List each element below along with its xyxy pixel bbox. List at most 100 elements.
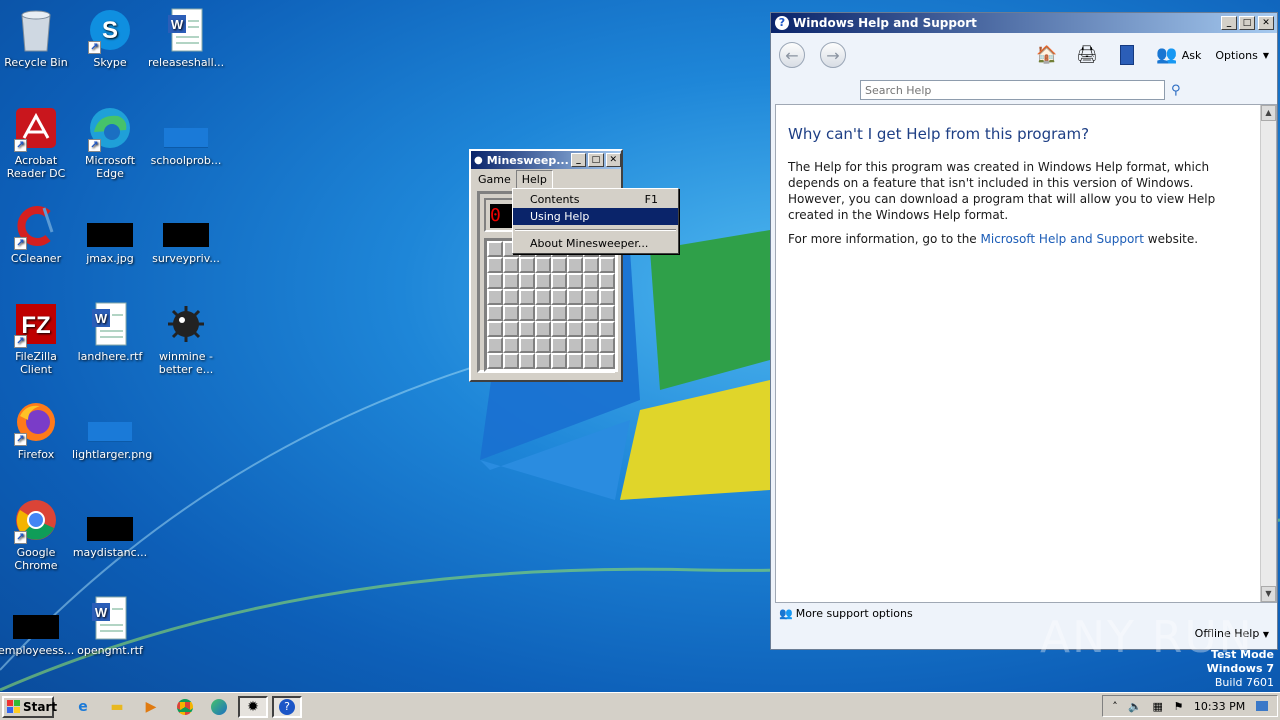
image-file-icon[interactable]: jmax.jpg <box>72 202 148 265</box>
maximize-button[interactable]: □ <box>1239 16 1255 30</box>
forward-arrow-icon[interactable]: → <box>820 42 846 68</box>
more-support-options[interactable]: 👥 More support options <box>779 607 913 620</box>
acrobat-icon[interactable]: ↗ Acrobat Reader DC <box>0 104 74 180</box>
icon-label: maydistanc... <box>72 546 148 559</box>
file-icon[interactable]: maydistanc... <box>72 496 148 559</box>
file-icon[interactable]: schoolprob... <box>148 104 224 167</box>
chrome-icon[interactable]: ↗ Google Chrome <box>0 496 74 572</box>
taskbar: Start e ▬ ▶ ✹ ? ˄ 🔈 ▦ ⚑ 10:33 PM <box>0 692 1280 720</box>
watermark-line: Test Mode <box>1211 648 1274 661</box>
search-icon[interactable]: ⚲ <box>1171 83 1181 98</box>
watermark-line: Windows 7 <box>1206 662 1274 675</box>
options-button[interactable]: Options <box>1215 49 1257 62</box>
print-icon[interactable]: 🖨 <box>1074 43 1100 67</box>
mine-grid[interactable] <box>484 238 618 372</box>
icon-label: landhere.rtf <box>77 350 143 363</box>
close-button[interactable]: ✕ <box>1258 16 1274 30</box>
menu-item-label: Using Help <box>530 210 590 223</box>
help-task-icon[interactable]: ? <box>272 695 302 718</box>
menu-game[interactable]: Game <box>473 171 516 188</box>
chrome-icon[interactable] <box>170 696 200 718</box>
icon-label: employeess... <box>0 644 75 657</box>
firefox-icon[interactable]: ↗ Firefox <box>0 398 74 461</box>
close-button[interactable]: ✕ <box>605 153 622 167</box>
word-doc-icon[interactable]: W opengmt.rtf <box>72 594 148 657</box>
scroll-up-arrow[interactable]: ▲ <box>1261 105 1276 121</box>
show-desktop-icon[interactable] <box>1255 701 1268 711</box>
icon-label: schoolprob... <box>150 154 222 167</box>
minimize-button[interactable]: _ <box>1221 16 1237 30</box>
icon-label: surveypriv... <box>152 252 220 265</box>
back-arrow-icon[interactable]: ← <box>779 42 805 68</box>
system-tray: ˄ 🔈 ▦ ⚑ 10:33 PM <box>1102 695 1278 717</box>
minesweeper-window[interactable]: ● Minesweep... _ □ ✕ Game Help 0 <box>469 149 623 382</box>
help-heading: Why can't I get Help from this program? <box>788 125 1090 143</box>
menu-item-using-help[interactable]: Using Help <box>513 208 678 225</box>
microsoft-help-link[interactable]: Microsoft Help and Support <box>981 232 1144 246</box>
help-paragraph: The Help for this program was created in… <box>788 160 1216 222</box>
menu-help[interactable]: Help <box>515 169 553 189</box>
help-support-window[interactable]: ? Windows Help and Support _ □ ✕ ← → 🏠 🖨… <box>770 12 1278 650</box>
menu-item-contents[interactable]: Contents F1 <box>513 191 678 208</box>
search-row: ⚲ <box>771 77 1277 103</box>
word-doc-icon[interactable]: W releaseshall... <box>148 6 224 69</box>
mine-icon[interactable]: winmine - better e... <box>148 300 224 376</box>
icon-label: Firefox <box>17 448 55 461</box>
ccleaner-icon[interactable]: ↗ CCleaner <box>0 202 74 265</box>
minimize-button[interactable]: _ <box>570 153 587 167</box>
help-question-icon: ? <box>775 16 789 30</box>
menu-item-about[interactable]: About Minesweeper... <box>513 235 678 252</box>
menu-item-shortcut: F1 <box>644 193 658 206</box>
icon-label: Google Chrome <box>14 546 58 572</box>
start-button[interactable]: Start <box>2 695 57 718</box>
file-icon[interactable]: surveypriv... <box>148 202 224 265</box>
ie-icon[interactable]: e <box>68 696 98 718</box>
flag-icon[interactable]: ⚑ <box>1173 700 1183 713</box>
test-mode-watermark: Test Mode Windows 7 Build 7601 <box>1207 648 1274 690</box>
vertical-scrollbar[interactable]: ▲ ▼ <box>1260 105 1276 602</box>
menu-item-label: Contents <box>530 193 580 206</box>
icon-label: releaseshall... <box>148 56 225 69</box>
paragraph-suffix: website. <box>1143 232 1199 246</box>
chevron-up-icon[interactable]: ˄ <box>1112 700 1118 713</box>
more-support-label: More support options <box>795 607 913 620</box>
icon-label: FileZilla Client <box>15 350 57 376</box>
browse-help-icon[interactable] <box>1114 43 1140 67</box>
icon-label: CCleaner <box>10 252 62 265</box>
skype-icon[interactable]: S ↗ Skype <box>72 6 148 69</box>
edge-icon[interactable]: ↗ Microsoft Edge <box>72 104 148 180</box>
file-icon[interactable]: employeess... <box>0 594 74 657</box>
volume-icon[interactable]: 🔈 <box>1128 700 1142 713</box>
filezilla-icon[interactable]: FZ ↗ FileZilla Client <box>0 300 74 376</box>
search-input[interactable] <box>860 80 1165 100</box>
window-title: Minesweep... <box>486 153 569 167</box>
help-titlebar[interactable]: ? Windows Help and Support _ □ ✕ <box>771 13 1277 33</box>
ask-button[interactable]: Ask <box>1182 49 1202 62</box>
media-player-icon[interactable]: ▶ <box>136 696 166 718</box>
minesweeper-task-icon[interactable]: ✹ <box>238 695 268 718</box>
ask-icon[interactable]: 👥 <box>1154 43 1180 67</box>
minesweeper-titlebar[interactable]: ● Minesweep... _ □ ✕ <box>471 151 622 169</box>
icon-label: Microsoft Edge <box>84 154 136 180</box>
icon-label: opengmt.rtf <box>77 644 143 657</box>
word-doc-icon[interactable]: W landhere.rtf <box>72 300 148 363</box>
paragraph-prefix: For more information, go to the <box>788 232 981 246</box>
home-icon[interactable]: 🏠 <box>1034 43 1060 67</box>
mine-icon: ● <box>474 154 483 166</box>
scroll-down-arrow[interactable]: ▼ <box>1261 586 1276 602</box>
edge-icon[interactable] <box>204 696 234 718</box>
chevron-down-icon: ▼ <box>1262 630 1269 639</box>
icon-label: Recycle Bin <box>4 56 68 69</box>
recycle-bin-icon[interactable]: Recycle Bin <box>0 6 74 69</box>
image-file-icon[interactable]: lightlarger.png <box>72 398 152 461</box>
maximize-button[interactable]: □ <box>588 153 604 167</box>
folder-icon[interactable]: ▬ <box>102 696 132 718</box>
watermark-line: Build 7601 <box>1214 676 1274 689</box>
network-icon[interactable]: ▦ <box>1153 700 1163 713</box>
svg-text:W: W <box>171 17 184 32</box>
help-content-pane: Why can't I get Help from this program? … <box>775 104 1277 603</box>
help-dropdown-menu: Contents F1 Using Help About Minesweeper… <box>512 188 679 254</box>
help-toolbar: ← → 🏠 🖨 👥 Ask Options ▼ <box>771 33 1277 77</box>
clock[interactable]: 10:33 PM <box>1194 700 1245 713</box>
svg-text:W: W <box>95 605 108 620</box>
